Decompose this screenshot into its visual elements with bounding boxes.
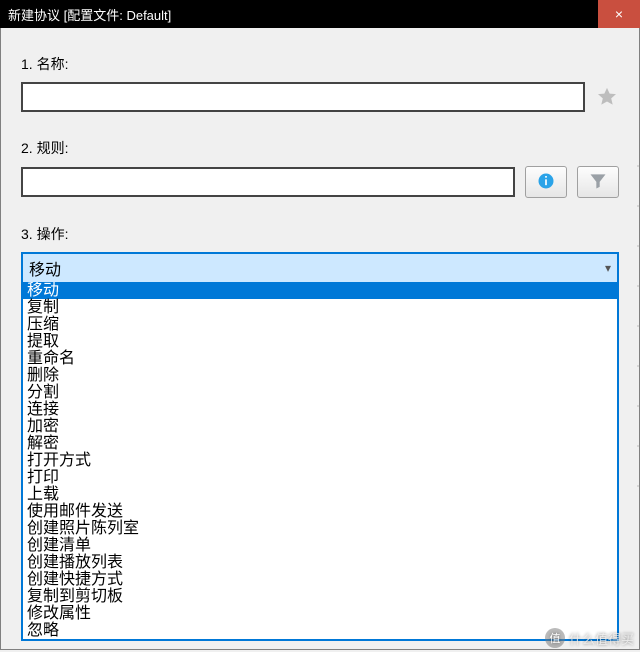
name-row bbox=[21, 82, 619, 112]
close-icon: × bbox=[615, 6, 623, 22]
action-dropdown-display[interactable]: 移动 ▾ bbox=[23, 254, 617, 282]
action-selected-text: 移动 bbox=[29, 256, 61, 280]
action-label: 3. 操作: bbox=[21, 224, 619, 244]
name-label: 1. 名称: bbox=[21, 54, 619, 74]
action-option[interactable]: 打印 bbox=[23, 469, 617, 486]
rule-input[interactable] bbox=[21, 167, 515, 197]
rule-label: 2. 规则: bbox=[21, 138, 619, 158]
chevron-down-icon: ▾ bbox=[605, 261, 611, 275]
action-option[interactable]: 加密 bbox=[23, 418, 617, 435]
action-option[interactable]: 使用邮件发送 bbox=[23, 503, 617, 520]
action-option[interactable]: 解密 bbox=[23, 435, 617, 452]
action-option[interactable]: 创建照片陈列室 bbox=[23, 520, 617, 537]
action-option[interactable]: 复制到剪切板 bbox=[23, 588, 617, 605]
action-dropdown[interactable]: 移动 ▾ 移动复制压缩提取重命名删除分割连接加密解密打开方式打印上载使用邮件发送… bbox=[21, 252, 619, 641]
rule-filter-button[interactable] bbox=[577, 166, 619, 198]
action-option[interactable]: 移动 bbox=[23, 282, 617, 299]
rule-info-button[interactable] bbox=[525, 166, 567, 198]
watermark: 值 什么值得买 bbox=[545, 628, 634, 648]
action-option[interactable]: 打开方式 bbox=[23, 452, 617, 469]
action-option[interactable]: 上载 bbox=[23, 486, 617, 503]
action-option[interactable]: 复制 bbox=[23, 299, 617, 316]
window-title: 新建协议 [配置文件: Default] bbox=[8, 5, 171, 24]
action-option[interactable]: 删除 bbox=[23, 367, 617, 384]
action-option[interactable]: 修改属性 bbox=[23, 605, 617, 622]
action-option[interactable]: 连接 bbox=[23, 401, 617, 418]
rule-row bbox=[21, 166, 619, 198]
info-icon bbox=[536, 171, 556, 194]
funnel-icon bbox=[588, 171, 608, 194]
name-input[interactable] bbox=[21, 82, 585, 112]
action-option[interactable]: 分割 bbox=[23, 384, 617, 401]
dialog-body: 1. 名称: 2. 规则: 3. 操作: 移动 ▾ 移动复制压缩提取重命名删除分… bbox=[0, 28, 640, 650]
action-option[interactable]: 创建播放列表 bbox=[23, 554, 617, 571]
watermark-badge: 值 bbox=[545, 628, 565, 648]
action-option[interactable]: 压缩 bbox=[23, 316, 617, 333]
action-option[interactable]: 创建快捷方式 bbox=[23, 571, 617, 588]
action-dropdown-list[interactable]: 移动复制压缩提取重命名删除分割连接加密解密打开方式打印上载使用邮件发送创建照片陈… bbox=[23, 282, 617, 639]
action-option[interactable]: 创建清单 bbox=[23, 537, 617, 554]
titlebar: 新建协议 [配置文件: Default] × bbox=[0, 0, 640, 28]
star-icon[interactable] bbox=[595, 85, 619, 109]
action-option[interactable]: 提取 bbox=[23, 333, 617, 350]
close-button[interactable]: × bbox=[598, 0, 640, 28]
action-option[interactable]: 重命名 bbox=[23, 350, 617, 367]
action-option[interactable]: 忽略 bbox=[23, 622, 617, 639]
watermark-text: 什么值得买 bbox=[569, 629, 634, 648]
